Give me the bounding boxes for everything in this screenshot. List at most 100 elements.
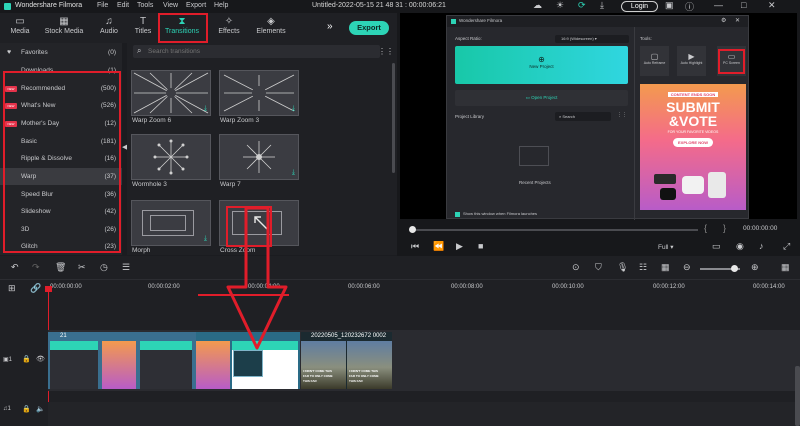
transitions-highlight bbox=[158, 13, 208, 43]
download-icon[interactable]: ⤓ bbox=[292, 105, 295, 113]
clip-thumbnail: I DIDN'T COME THIS FAR TO ONLY COME THIS… bbox=[347, 341, 392, 389]
transition-thumb-warp-7[interactable]: ⤓ bbox=[219, 134, 299, 180]
menu-edit[interactable]: Edit bbox=[117, 2, 129, 9]
search-input[interactable] bbox=[148, 46, 368, 57]
export-button[interactable]: Export bbox=[349, 21, 389, 35]
aspect-ratio-select[interactable]: 16:9 (Widescreen) ▾ bbox=[555, 35, 629, 43]
render-icon[interactable]: ⊙ bbox=[572, 262, 580, 273]
audio-track[interactable] bbox=[48, 402, 800, 426]
tab-elements[interactable]: ◈ Elements bbox=[251, 15, 291, 41]
track-1-icon: ▣1 bbox=[3, 357, 13, 363]
show-window-checkbox[interactable] bbox=[455, 212, 460, 217]
volume-icon[interactable]: ♪ bbox=[759, 241, 764, 251]
transition-thumb-warp-zoom-3[interactable]: ⤓ bbox=[219, 70, 299, 116]
clip-thumbnail bbox=[140, 341, 192, 389]
annotation-arrow-icon bbox=[226, 206, 288, 350]
timeline-clip[interactable]: 20220505_120232672 0002 I DIDN'T COME TH… bbox=[301, 332, 392, 389]
transition-thumb-morph[interactable]: ⤓ bbox=[131, 200, 211, 246]
link-icon[interactable]: 🔗 bbox=[30, 283, 41, 294]
redo-icon[interactable]: ↷ bbox=[32, 262, 40, 273]
open-project-button[interactable]: ▭ Open Project bbox=[455, 90, 628, 106]
mark-in-icon[interactable]: { bbox=[704, 223, 707, 233]
timeline-clip[interactable]: 21 bbox=[48, 332, 196, 389]
menu-help[interactable]: Help bbox=[214, 2, 228, 9]
snapshot-icon[interactable]: ◉ bbox=[736, 241, 744, 252]
minimize-icon[interactable]: — bbox=[714, 0, 723, 10]
grid-view-icon[interactable]: ⋮⋮ bbox=[378, 47, 394, 56]
launcher-close-icon[interactable]: ✕ bbox=[735, 17, 740, 24]
speed-icon[interactable]: ◷ bbox=[100, 262, 108, 273]
grid-view-icon[interactable]: ⋮⋮ bbox=[617, 112, 627, 118]
zoom-out-icon[interactable]: ⊖ bbox=[683, 262, 691, 273]
quality-select[interactable]: Full ▾ bbox=[658, 243, 698, 251]
gift-icon[interactable]: ▣ bbox=[665, 0, 674, 11]
playhead-marker[interactable] bbox=[45, 286, 52, 292]
transition-label: Morph bbox=[132, 247, 151, 254]
sun-icon[interactable]: ☀ bbox=[556, 0, 564, 11]
add-track-icon[interactable]: ⊞ bbox=[8, 283, 16, 294]
download-icon[interactable]: ⤓ bbox=[204, 235, 207, 243]
tab-effects[interactable]: ✧ Effects bbox=[209, 15, 249, 41]
transition-thumb-warp-zoom-6[interactable]: ⤓ bbox=[131, 70, 211, 116]
settings-icon[interactable]: ⚙ bbox=[721, 17, 726, 24]
new-feature-icon[interactable]: ▦ bbox=[661, 262, 670, 273]
delete-icon[interactable]: 🗑 bbox=[55, 262, 66, 273]
mic-icon[interactable]: 🎙 bbox=[617, 262, 628, 273]
eye-icon[interactable]: 👁 bbox=[36, 355, 45, 363]
tab-media[interactable]: ▭ Media bbox=[0, 15, 40, 41]
sync-icon[interactable]: ⟳ bbox=[578, 0, 586, 11]
mark-out-icon[interactable]: } bbox=[723, 223, 726, 233]
fullscreen-icon[interactable]: ⤢ bbox=[783, 241, 790, 252]
sidebar-item-favorites[interactable]: ♥ Favorites (0) bbox=[0, 44, 122, 61]
grid-scrollbar[interactable] bbox=[392, 63, 395, 173]
prev-frame-icon[interactable]: ⏮ bbox=[411, 241, 419, 252]
speaker-icon[interactable]: 🔈 bbox=[36, 405, 45, 413]
download-icon[interactable]: ⤓ bbox=[204, 105, 207, 113]
download-icon[interactable]: ⤓ bbox=[600, 0, 604, 11]
transition-thumb-wormhole-3[interactable] bbox=[131, 134, 211, 180]
info-icon[interactable]: ⓘ bbox=[685, 0, 694, 13]
tool-auto-reframe[interactable]: ▢ Auto Reframe bbox=[640, 46, 669, 76]
menu-view[interactable]: View bbox=[163, 2, 178, 9]
launcher-divider bbox=[634, 27, 635, 220]
monitor-icon[interactable]: ▭ bbox=[712, 241, 721, 252]
step-back-icon[interactable]: ⏪ bbox=[433, 241, 444, 252]
playhead-knob[interactable] bbox=[409, 226, 416, 233]
undo-icon[interactable]: ↶ bbox=[11, 262, 19, 273]
login-button[interactable]: Login bbox=[621, 1, 658, 12]
cut-icon[interactable]: ✂ bbox=[78, 262, 86, 273]
arrows-out-icon bbox=[153, 139, 189, 175]
adjust-icon[interactable]: ☰ bbox=[122, 262, 130, 273]
timeline-scrollbar[interactable] bbox=[795, 366, 800, 426]
tab-titles[interactable]: T Titles bbox=[123, 15, 163, 41]
time-ruler[interactable]: 00:00:00:00 00:00:02:00 00:00:04:00 00:0… bbox=[47, 282, 800, 296]
download-icon[interactable]: ⤓ bbox=[292, 169, 295, 177]
menu-file[interactable]: File bbox=[97, 2, 108, 9]
project-search[interactable]: ⌕ Search bbox=[555, 112, 611, 121]
transition-label: Warp Zoom 6 bbox=[132, 117, 172, 124]
search-bar[interactable]: ⌕ bbox=[133, 45, 380, 58]
zoom-slider-knob[interactable] bbox=[731, 265, 738, 272]
lock-icon[interactable]: 🔒 bbox=[22, 405, 31, 413]
progress-track[interactable] bbox=[412, 229, 698, 231]
tool-auto-highlight[interactable]: ▶ Auto Highlight bbox=[677, 46, 706, 76]
more-tabs-icon[interactable]: » bbox=[327, 21, 333, 32]
menu-tools[interactable]: Tools bbox=[137, 2, 153, 9]
maximize-icon[interactable]: □ bbox=[741, 0, 746, 10]
tab-stock-media[interactable]: ▦ Stock Media bbox=[42, 15, 86, 41]
promo-banner[interactable]: CONTENT ENDS SOON SUBMIT &VOTE FOR YOUR … bbox=[640, 84, 746, 210]
new-project-button[interactable]: ⊕ New Project bbox=[455, 46, 628, 84]
timeline-settings-icon[interactable]: ▦ bbox=[781, 262, 790, 273]
shield-icon[interactable]: ⛉ bbox=[595, 262, 602, 273]
cloud-icon[interactable]: ☁ bbox=[533, 0, 542, 11]
recent-projects-icon bbox=[519, 146, 549, 166]
zoom-in-icon[interactable]: ⊕ bbox=[751, 262, 759, 273]
heart-icon: ♥ bbox=[7, 49, 12, 56]
lock-icon[interactable]: 🔒 bbox=[22, 355, 31, 363]
stop-icon[interactable]: ■ bbox=[478, 241, 483, 251]
play-icon[interactable]: ▶ bbox=[456, 241, 463, 252]
audio-mixer-icon[interactable]: ☷ bbox=[639, 262, 647, 273]
menu-export[interactable]: Export bbox=[186, 2, 206, 9]
close-icon[interactable]: ✕ bbox=[768, 0, 776, 11]
music-track-icon: ♫1 bbox=[3, 406, 11, 412]
